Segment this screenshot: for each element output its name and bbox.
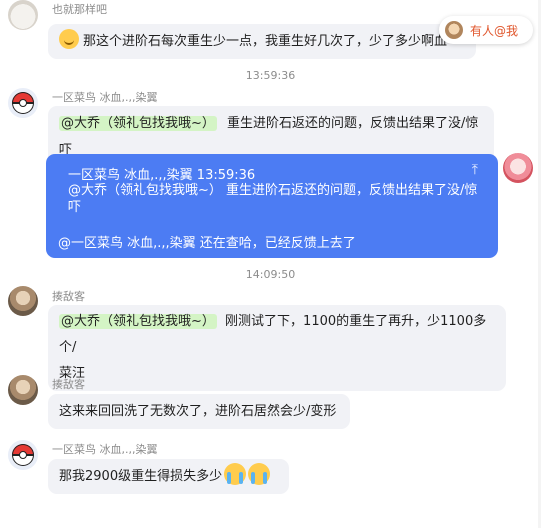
at-me-notice[interactable]: 有人@我 — [439, 16, 533, 44]
crying-emoji-icon — [224, 463, 247, 485]
self-message-bubble: 一区菜鸟 冰血,.,,染翼 13:59:36 ⤒ @大乔（领礼包找我哦~） 重生… — [46, 154, 498, 258]
avatar[interactable] — [8, 0, 38, 30]
pokeball-icon — [12, 444, 34, 466]
smile-emoji-icon — [59, 29, 79, 49]
sender-name: 也就那样吧 — [52, 3, 107, 16]
reply-quote-header: 一区菜鸟 冰血,.,,染翼 13:59:36 — [68, 168, 256, 183]
message-bubble: @大乔（领礼包找我哦~） 刚测试了下，1100的重生了再升，少1100多个/ 菜… — [48, 305, 506, 391]
timestamp: 14:09:50 — [245, 268, 296, 281]
timestamp: 13:59:36 — [245, 69, 296, 82]
self-avatar[interactable] — [503, 153, 533, 183]
message-text: 那这个进阶石每次重生少一点，我重生好几次了，少了多少啊血 — [83, 34, 448, 49]
avatar[interactable] — [8, 286, 38, 316]
message-text: 这来来回回洗了无数次了，进阶石居然会少/变形 — [59, 404, 337, 419]
pokeball-icon — [12, 92, 34, 114]
avatar — [445, 21, 463, 39]
sender-name: 一区菜鸟 冰血,.,,染翼 — [52, 91, 158, 104]
message-bubble: 那我2900级重生得损失多少 — [48, 459, 289, 494]
message-text: @一区菜鸟 冰血,.,,染翼 还在查哈，已经反馈上去了 — [58, 236, 356, 251]
sender-name: 揍敌客 — [52, 378, 85, 391]
message-bubble: 这来来回回洗了无数次了，进阶石居然会少/变形 — [48, 394, 350, 429]
sender-name: 揍敌客 — [52, 290, 85, 303]
at-me-label: 有人@我 — [470, 23, 519, 38]
avatar[interactable] — [8, 375, 38, 405]
mention-tag[interactable]: @大乔（领礼包找我哦~） — [59, 116, 217, 131]
avatar[interactable] — [8, 88, 38, 118]
avatar[interactable] — [8, 440, 38, 470]
crying-emoji-icon — [248, 463, 271, 485]
mention-tag[interactable]: @大乔（领礼包找我哦~） — [59, 314, 217, 329]
reply-quote-text: @大乔（领礼包找我哦~） 重生进阶石返还的问题，反馈出结果了没/惊吓 — [68, 183, 478, 215]
sender-name: 一区菜鸟 冰血,.,,染翼 — [52, 443, 158, 456]
message-text: 那我2900级重生得损失多少 — [59, 469, 223, 484]
up-arrow-icon[interactable]: ⤒ — [472, 162, 478, 178]
message-bubble: 那这个进阶石每次重生少一点，我重生好几次了，少了多少啊血 — [48, 24, 476, 59]
